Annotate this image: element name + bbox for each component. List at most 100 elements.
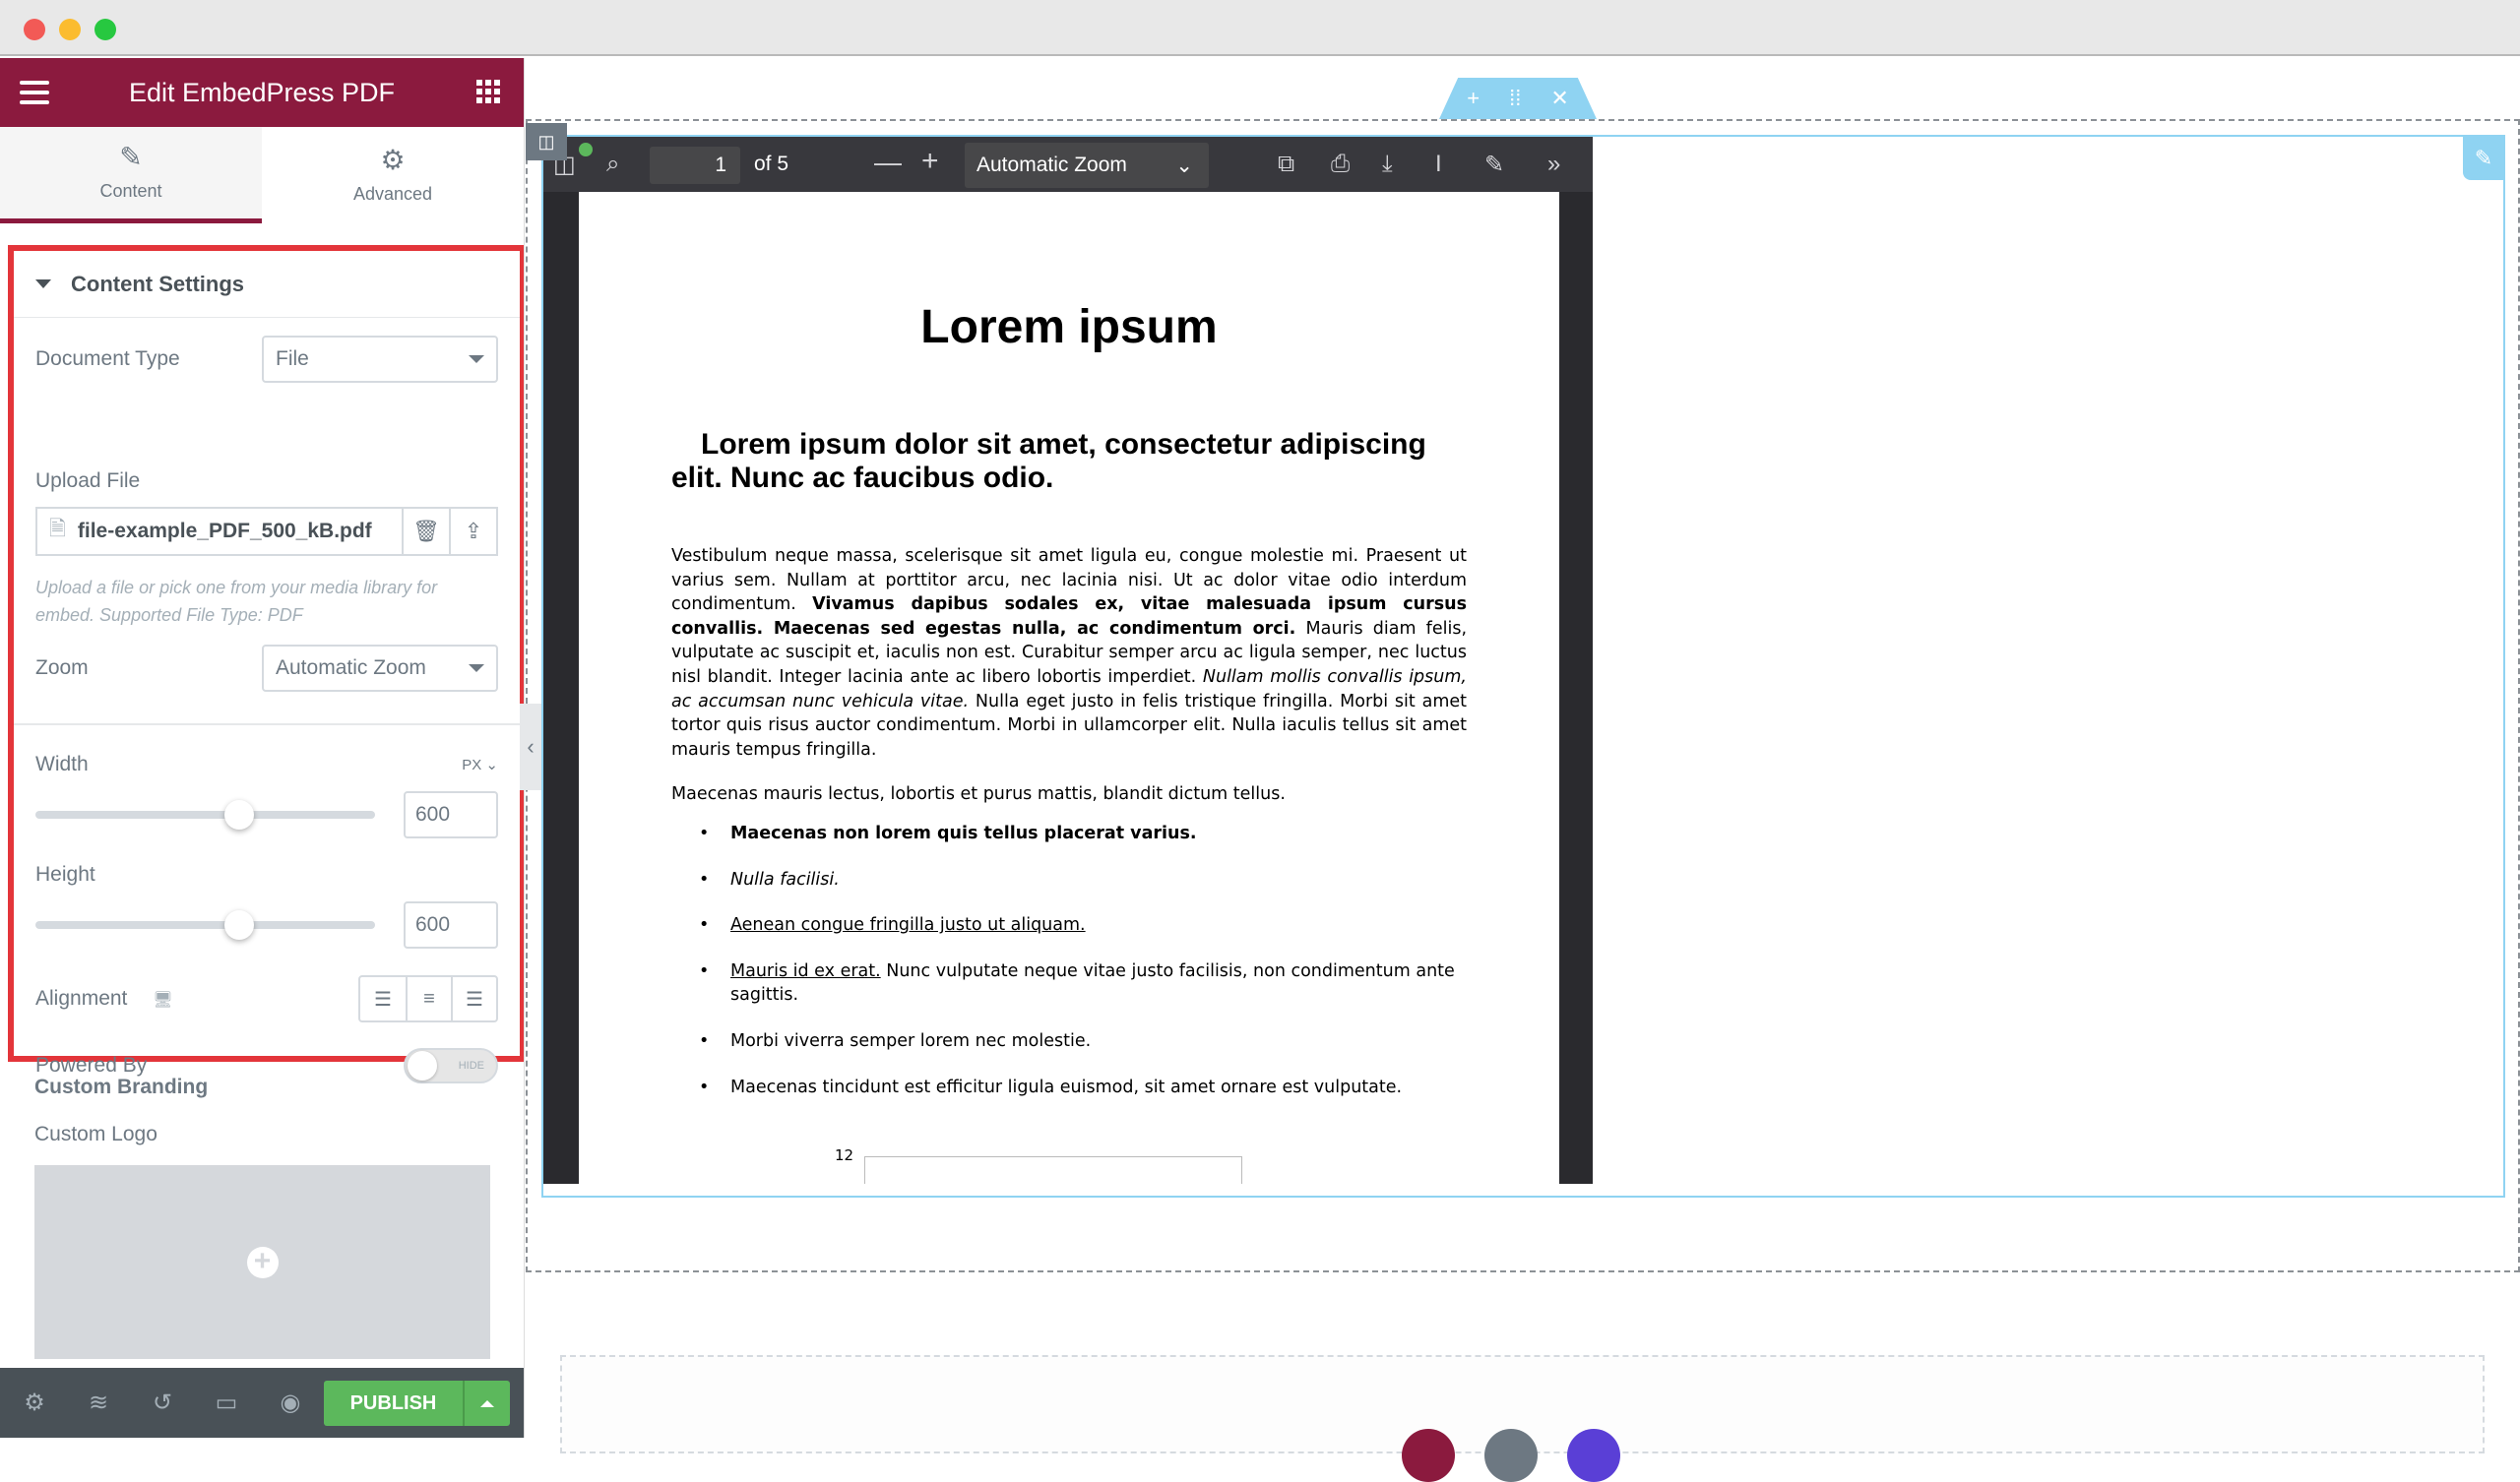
embedded-chart xyxy=(864,1156,1242,1184)
height-slider[interactable] xyxy=(35,910,375,940)
search-icon[interactable]: ⌕ xyxy=(606,151,619,178)
embedpress-button[interactable] xyxy=(1567,1429,1620,1482)
alignment-label-wrap: Alignment 🖥 xyxy=(35,987,173,1011)
custom-logo-label: Custom Logo xyxy=(34,1123,158,1145)
height-input[interactable]: 600 xyxy=(404,901,498,949)
history-icon[interactable]: ↺ xyxy=(148,1389,177,1417)
desktop-icon[interactable]: 🖥 xyxy=(153,992,172,1009)
collapse-panel-button[interactable]: ‹ xyxy=(520,704,541,790)
dropdown-arrow-icon xyxy=(469,355,484,363)
chevron-left-icon: ‹ xyxy=(527,734,535,759)
document-type-value: File xyxy=(276,347,309,370)
zoom-label: Zoom xyxy=(35,656,89,679)
upload-icon: ⇪ xyxy=(464,519,483,543)
sidebar-header: Edit EmbedPress PDF xyxy=(0,58,524,127)
close-icon[interactable]: ✕ xyxy=(1550,86,1568,111)
upload-file-label: Upload File xyxy=(35,469,141,492)
align-center-icon[interactable]: ≡ xyxy=(406,977,451,1020)
document-type-select[interactable]: File xyxy=(262,336,498,383)
column-layout-icon[interactable]: ◫ xyxy=(526,123,567,160)
panel-title: Edit EmbedPress PDF xyxy=(128,77,396,107)
unit-selector[interactable]: PX ⌄ xyxy=(462,756,498,773)
minimize-window-button[interactable] xyxy=(59,19,81,40)
unit-value: PX xyxy=(462,757,482,773)
toggle-knob xyxy=(408,1051,437,1081)
publish-button[interactable]: PUBLISH xyxy=(324,1381,463,1426)
add-image-icon: + xyxy=(246,1246,279,1278)
list-item: Mauris id ex erat. Nunc vulputate neque … xyxy=(671,959,1467,1008)
text-select-icon[interactable]: I xyxy=(1435,151,1442,178)
tab-content[interactable]: ✎ Content xyxy=(0,127,262,223)
powered-by-toggle[interactable]: HIDE xyxy=(404,1048,498,1083)
annotate-pen-icon[interactable]: ✎ xyxy=(1484,151,1504,179)
align-left-icon[interactable]: ☰ xyxy=(360,977,406,1020)
caret-up-icon xyxy=(480,1399,494,1407)
zoom-out-icon[interactable]: — xyxy=(874,147,902,178)
responsive-mode-icon[interactable]: ▭ xyxy=(212,1389,241,1417)
add-template-button[interactable] xyxy=(1484,1429,1538,1482)
chart-tick-label: 12 xyxy=(835,1146,854,1164)
section-title: Content Settings xyxy=(71,271,244,296)
height-slider-handle[interactable] xyxy=(224,910,254,940)
zoom-value: Automatic Zoom xyxy=(276,656,426,679)
presentation-mode-icon[interactable]: ⧉ xyxy=(1278,151,1294,178)
upload-file-button[interactable]: ⇪ xyxy=(449,509,496,554)
publish-button-group: PUBLISH xyxy=(324,1381,510,1426)
alignment-buttons: ☰ ≡ ☰ xyxy=(358,975,498,1022)
preview-eye-icon[interactable]: ◉ xyxy=(276,1389,305,1417)
zoom-in-icon[interactable]: + xyxy=(921,145,939,178)
height-label: Height xyxy=(35,863,95,886)
list-item-text: Maecenas non lorem quis tellus placerat … xyxy=(730,824,1197,843)
page-paragraph-2: Maecenas mauris lectus, lobortis et puru… xyxy=(671,784,1286,804)
pdf-zoom-select[interactable]: Automatic Zoom ⌄ xyxy=(965,143,1209,188)
navigator-layers-icon[interactable]: ≋ xyxy=(84,1389,113,1417)
align-right-icon[interactable]: ☰ xyxy=(451,977,496,1020)
list-item: Morbi viverra semper lorem nec molestie. xyxy=(671,1029,1467,1054)
more-tools-icon[interactable]: » xyxy=(1547,151,1560,178)
section-handle: + ⁞⁞ ✕ xyxy=(1439,78,1597,119)
plus-icon[interactable]: + xyxy=(1467,86,1480,111)
close-window-button[interactable] xyxy=(24,19,45,40)
toggle-text: HIDE xyxy=(458,1060,484,1072)
list-item: Nulla facilisi. xyxy=(671,868,1467,893)
custom-logo-picker[interactable]: + xyxy=(34,1165,490,1359)
document-type-label: Document Type xyxy=(35,347,180,370)
gear-icon: ⚙ xyxy=(380,144,406,175)
download-icon[interactable]: ⤓ xyxy=(1382,151,1393,178)
caret-down-icon xyxy=(35,279,51,288)
editor-canvas: + ⁞⁞ ✕ ✎ ◫ ⌕ 1 of 5 — + Automatic Zoom ⌄… xyxy=(520,58,2520,1482)
upload-hint: Upload a file or pick one from your medi… xyxy=(35,578,438,625)
pdf-toolbar: ◫ ⌕ 1 of 5 — + Automatic Zoom ⌄ ⧉ ⎙ ⤓ I … xyxy=(543,137,1593,192)
window-titlebar xyxy=(0,0,2520,56)
pdf-zoom-value: Automatic Zoom xyxy=(976,154,1127,176)
tab-advanced[interactable]: ⚙ Advanced xyxy=(262,127,524,223)
document-type-row: Document Type File xyxy=(35,336,498,383)
maximize-window-button[interactable] xyxy=(94,19,116,40)
list-item-text: Aenean congue fringilla justo ut aliquam… xyxy=(730,915,1086,936)
uploaded-file[interactable]: 🗎 file-example_PDF_500_kB.pdf xyxy=(37,515,402,549)
list-item-text: Nulla facilisi. xyxy=(730,869,840,890)
chevron-down-icon: ⌄ xyxy=(1175,154,1193,177)
delete-file-button[interactable]: 🗑 xyxy=(402,509,449,554)
width-label: Width xyxy=(35,753,89,775)
section-toggle-content-settings[interactable]: Content Settings xyxy=(14,251,520,318)
edit-widget-button[interactable]: ✎ xyxy=(2463,137,2504,180)
hamburger-menu-icon[interactable] xyxy=(20,81,49,104)
width-input[interactable]: 600 xyxy=(404,791,498,838)
pdf-scrollbar[interactable] xyxy=(1559,192,1593,1184)
zoom-select[interactable]: Automatic Zoom xyxy=(262,645,498,692)
add-section-button[interactable] xyxy=(1402,1429,1455,1482)
publish-options-button[interactable] xyxy=(463,1381,510,1426)
list-item: Aenean congue fringilla justo ut aliquam… xyxy=(671,913,1467,938)
settings-gear-icon[interactable]: ⚙ xyxy=(20,1389,49,1417)
trash-icon: 🗑 xyxy=(412,519,440,543)
widgets-grid-icon[interactable] xyxy=(476,80,500,103)
width-slider[interactable] xyxy=(35,800,375,830)
custom-branding-heading: Custom Branding xyxy=(34,1076,209,1098)
print-icon[interactable]: ⎙ xyxy=(1331,151,1350,178)
pdf-page: Lorem ipsum Lorem ipsum dolor sit amet, … xyxy=(579,192,1559,1184)
zoom-row: Zoom Automatic Zoom xyxy=(35,645,498,692)
width-slider-handle[interactable] xyxy=(224,800,254,830)
drag-icon[interactable]: ⁞⁞ xyxy=(1509,86,1521,111)
page-number-input[interactable]: 1 xyxy=(650,147,740,184)
